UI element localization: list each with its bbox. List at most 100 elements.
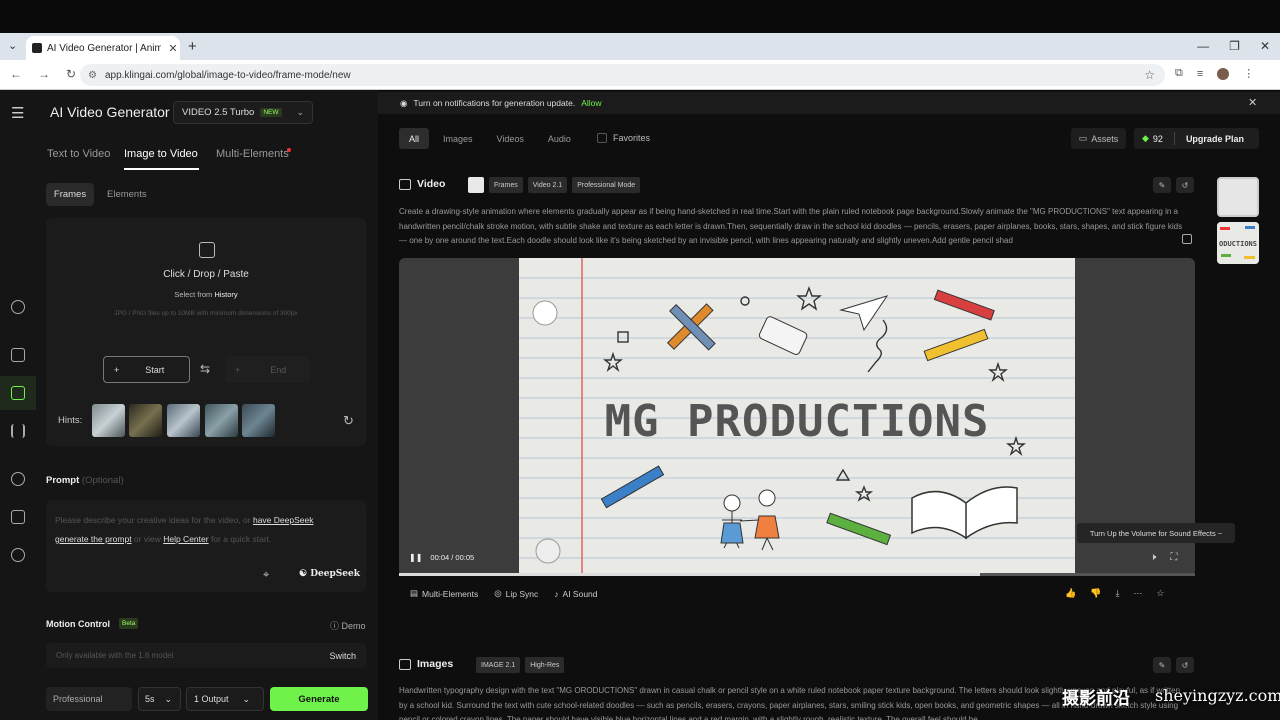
output-value: 1 Output [194, 694, 229, 704]
generate-button[interactable]: Generate [270, 687, 368, 711]
motion-control-field[interactable]: Only available with the 1.6 model Switch [46, 643, 366, 668]
hint-thumbnail[interactable] [129, 404, 162, 437]
thumbs-down-icon[interactable]: 👎 [1090, 588, 1101, 599]
download-icon[interactable]: ⤓ [1115, 588, 1119, 599]
lip-sync-action[interactable]: ◎ Lip Sync [494, 588, 538, 599]
switch-button[interactable]: Switch [329, 651, 356, 661]
multi-elements-action[interactable]: ▤ Multi-Elements [410, 588, 478, 599]
quality-select[interactable]: Professional [46, 687, 132, 711]
minimize-icon[interactable]: — [1197, 39, 1209, 53]
end-frame-button[interactable]: + End [225, 356, 310, 383]
hint-thumbnail[interactable] [167, 404, 200, 437]
help-center-link[interactable]: Help Center [163, 534, 208, 544]
deepseek-link[interactable]: have DeepSeek [253, 515, 314, 525]
tab-text-to-video[interactable]: Text to Video [47, 148, 110, 160]
output-count-select[interactable]: 1 Output ⌄ [186, 687, 264, 711]
tab-search-icon[interactable]: ⌄ [8, 39, 17, 52]
browser-menu-icon[interactable]: ⋮ [1243, 67, 1254, 80]
new-tab-icon[interactable]: + [188, 38, 197, 55]
url-field[interactable]: ⚙ app.klingai.com/global/image-to-video/… [80, 64, 1165, 86]
tab-elements[interactable]: Elements [107, 189, 147, 200]
close-icon[interactable]: ✕ [1248, 96, 1257, 109]
new-badge: NEW [260, 108, 282, 117]
progress-bar[interactable] [399, 573, 1195, 576]
back-icon[interactable]: ← [10, 67, 22, 81]
generate-prompt-link[interactable]: generate the prompt [55, 534, 132, 544]
model-name: VIDEO 2.5 Turbo [182, 107, 255, 118]
restore-icon[interactable]: ❐ [1229, 39, 1240, 53]
hint-thumbnail[interactable] [92, 404, 125, 437]
media-icon[interactable]: ≡ [1197, 68, 1203, 80]
copy-icon[interactable] [1182, 234, 1192, 244]
images-card-header: Images [399, 658, 453, 670]
history-icon[interactable] [11, 548, 25, 562]
chevron-down-icon: ⌄ [296, 107, 304, 117]
close-window-icon[interactable]: ✕ [1260, 39, 1270, 53]
hint-thumbnail[interactable] [205, 404, 238, 437]
history-link[interactable]: History [214, 290, 237, 299]
extensions-icon[interactable]: ⧉ [1175, 67, 1183, 80]
filter-videos[interactable]: Videos [487, 128, 534, 149]
result-thumbnail-selected[interactable] [1217, 177, 1259, 217]
audio-tool-icon[interactable] [11, 424, 25, 438]
tab-image-to-video[interactable]: Image to Video [124, 148, 198, 160]
api-icon[interactable] [11, 510, 25, 524]
beta-badge: Beta [119, 618, 139, 629]
upgrade-plan-button[interactable]: Upgrade Plan [1186, 134, 1244, 144]
refresh-hints-icon[interactable]: ↻ [343, 413, 354, 429]
video-card-title: Video [417, 178, 446, 190]
result-thumbnail[interactable]: ODUCTIONS [1217, 222, 1259, 264]
image-tags: IMAGE 2.1 High-Res [476, 657, 565, 673]
start-frame-button[interactable]: + Start [103, 356, 190, 383]
duration-select[interactable]: 5s ⌄ [138, 687, 181, 711]
bookmark-star-icon[interactable]: ☆ [1144, 68, 1155, 82]
favorites-checkbox[interactable] [597, 133, 607, 143]
upload-main-text: Click / Drop / Paste [163, 269, 249, 280]
browser-toolbar-icons: ⧉ ≡ ⋮ [1175, 67, 1254, 80]
images-card-title: Images [417, 658, 454, 670]
edit-icon[interactable]: ✎ [1153, 657, 1171, 673]
pause-icon[interactable]: ❚❚ [409, 553, 422, 562]
close-tab-icon[interactable]: ✕ [166, 42, 180, 55]
model-select[interactable]: VIDEO 2.5 Turbo NEW ⌄ [173, 101, 313, 124]
ai-sound-action[interactable]: ♪ AI Sound [554, 588, 597, 599]
credits-icon: ◆ [1142, 133, 1149, 143]
chevron-down-icon: ⌄ [242, 693, 251, 704]
window-controls: — ❐ ✕ [1197, 39, 1270, 53]
browser-tab[interactable]: AI Video Generator | Animate P ✕ [26, 36, 180, 60]
more-icon[interactable]: ⋯ [1133, 588, 1142, 599]
menu-icon[interactable]: ☰ [11, 104, 24, 122]
profile-avatar[interactable] [1217, 67, 1230, 80]
image-tool-icon[interactable] [11, 348, 25, 362]
location-pin-icon[interactable]: ⌖ [263, 569, 269, 582]
action-label: Multi-Elements [422, 588, 479, 599]
hint-thumbnail[interactable] [242, 404, 275, 437]
source-frame-thumbnail[interactable] [468, 177, 484, 193]
site-info-icon[interactable]: ⚙ [88, 70, 97, 81]
demo-link[interactable]: ⓘ Demo [330, 619, 366, 632]
tab-multi-elements[interactable]: Multi-Elements [216, 148, 289, 160]
filter-all[interactable]: All [399, 128, 430, 149]
video-tool-icon[interactable] [11, 386, 25, 400]
deepseek-button[interactable]: ☯ DeepSeek [299, 569, 360, 579]
explore-icon[interactable] [11, 300, 25, 314]
favorite-star-icon[interactable]: ☆ [1156, 588, 1164, 599]
assets-button[interactable]: ▭ Assets [1071, 128, 1126, 149]
mute-icon[interactable]: 🕨 [1150, 552, 1156, 563]
fullscreen-icon[interactable]: ⛶ [1170, 552, 1177, 563]
assets-rail-icon[interactable] [11, 472, 25, 486]
filter-images[interactable]: Images [433, 128, 483, 149]
thumbs-up-icon[interactable]: 👍 [1065, 588, 1076, 599]
edit-icon[interactable]: ✎ [1153, 177, 1171, 193]
end-label: End [270, 364, 287, 375]
tab-frames[interactable]: Frames [46, 183, 94, 206]
tag: Professional Mode [572, 177, 641, 193]
swap-frames-icon[interactable]: ⇆ [200, 362, 210, 376]
tab-title: AI Video Generator | Animate P [47, 42, 161, 54]
regenerate-icon[interactable]: ↺ [1176, 177, 1194, 193]
allow-notifications-link[interactable]: Allow [581, 98, 601, 108]
reload-icon[interactable]: ↻ [66, 67, 76, 81]
forward-icon[interactable]: → [38, 67, 50, 81]
filter-audio[interactable]: Audio [538, 128, 581, 149]
regenerate-icon[interactable]: ↺ [1176, 657, 1194, 673]
